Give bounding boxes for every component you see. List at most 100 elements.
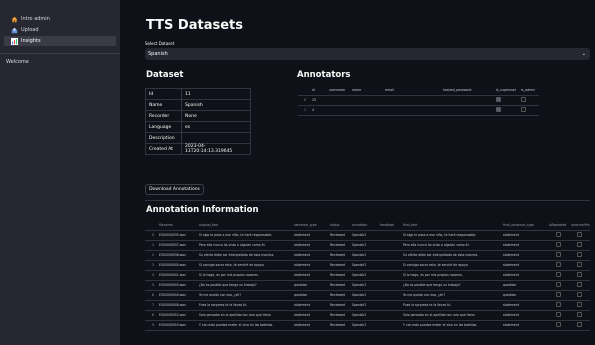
column-header[interactable]: id [310, 85, 327, 96]
table-cell[interactable]: ¿No es posible que tenga un trabajo? [401, 280, 501, 291]
table-cell[interactable] [378, 230, 401, 241]
table-cell[interactable]: Spanish2 [350, 260, 378, 271]
table-cell[interactable]: Y con esto puedes meter el vino en las b… [197, 320, 292, 331]
table-cell[interactable]: Reviewed [328, 240, 350, 251]
is-superuser-checkbox[interactable] [496, 107, 501, 112]
table-cell[interactable]: Reviewed [328, 310, 350, 321]
table-cell[interactable]: Reviewed [328, 320, 350, 331]
table-cell[interactable]: statement [501, 250, 547, 261]
table-cell[interactable]: Spanish2 [350, 250, 378, 261]
table-cell[interactable]: statement [501, 320, 547, 331]
is-superuser-checkbox[interactable] [496, 97, 501, 102]
table-cell[interactable] [378, 270, 401, 281]
table-cell[interactable] [378, 240, 401, 251]
table-cell[interactable]: Su oferta debe ser interpretada de esta … [197, 250, 292, 261]
table-cell[interactable]: Reviewed [328, 250, 350, 261]
table-cell[interactable]: statement [292, 260, 328, 271]
incorrect-pro-checkbox[interactable] [577, 292, 582, 297]
table-cell[interactable]: statement [292, 250, 328, 261]
incorrect-pro-checkbox[interactable] [577, 242, 582, 247]
incorrect-pro-checkbox[interactable] [577, 272, 582, 277]
table-cell[interactable]: Pero ella nunca ha visto a alguien como … [401, 240, 501, 251]
table-cell[interactable]: ES00000038.wav [157, 250, 197, 261]
incorrect-pro-checkbox[interactable] [577, 232, 582, 237]
column-header[interactable]: hashed_password [441, 85, 494, 96]
is-repeated-checkbox[interactable] [555, 232, 561, 237]
incorrect-pro-checkbox[interactable] [577, 252, 582, 257]
table-cell[interactable]: 4 [310, 105, 327, 116]
column-header[interactable]: filename [157, 220, 197, 231]
table-cell[interactable]: ES00000037.wav [157, 240, 197, 251]
column-header[interactable]: incorrectPro [569, 220, 590, 231]
table-cell[interactable]: statement [292, 270, 328, 281]
table-cell[interactable]: ES00000048.wav [157, 300, 197, 311]
column-header[interactable]: sentence_type [292, 220, 328, 231]
table-cell[interactable]: Spanish2 [350, 270, 378, 281]
sidebar-item-insights[interactable]: Insights [4, 36, 116, 46]
column-header[interactable]: email [383, 85, 441, 96]
table-cell[interactable]: Reviewed [328, 260, 350, 271]
table-cell[interactable]: ES00000044.wav [157, 290, 197, 301]
is-repeated-checkbox[interactable] [555, 242, 561, 247]
table-cell[interactable]: Solo pensaba en el apellido tan raro que… [197, 310, 292, 321]
sidebar-item-intro-admin[interactable]: Intro admin [4, 14, 116, 24]
table-cell[interactable]: Si consigo sacar esto, te serviré de apo… [197, 260, 292, 271]
table-cell[interactable] [350, 95, 383, 106]
table-cell[interactable]: ES00000040.wav [157, 260, 197, 271]
table-cell[interactable]: ES00000043.wav [157, 280, 197, 291]
table-cell[interactable] [327, 95, 350, 106]
table-cell[interactable]: statement [501, 230, 547, 241]
table-cell[interactable]: question [292, 290, 328, 301]
table-cell[interactable]: Reviewed [328, 290, 350, 301]
column-header[interactable]: annotator [350, 220, 378, 231]
is-repeated-checkbox[interactable] [555, 312, 561, 317]
is-repeated-checkbox[interactable] [555, 262, 561, 267]
table-cell[interactable]: Spanish2 [350, 300, 378, 311]
table-cell[interactable]: Pues la sorpresa te la llevas tú. [197, 300, 292, 311]
table-cell[interactable] [441, 95, 494, 106]
is-repeated-checkbox[interactable] [555, 272, 561, 277]
table-cell[interactable]: Reviewed [328, 280, 350, 291]
table-cell[interactable] [378, 260, 401, 271]
incorrect-pro-checkbox[interactable] [577, 302, 582, 307]
table-cell[interactable]: Spanish2 [350, 280, 378, 291]
table-cell[interactable]: Reviewed [328, 270, 350, 281]
table-cell[interactable] [378, 290, 401, 301]
table-cell[interactable]: Reviewed [328, 230, 350, 241]
table-cell[interactable]: statement [501, 300, 547, 311]
column-header[interactable]: name [350, 85, 383, 96]
incorrect-pro-checkbox[interactable] [577, 322, 582, 327]
table-cell[interactable]: Pues la sorpresa te la llevas tú. [401, 300, 501, 311]
table-cell[interactable]: question [501, 280, 547, 291]
table-cell[interactable]: Su oferta debe ser interpretada de esta … [401, 250, 501, 261]
table-cell[interactable]: Si lo hago, es por mis propias razones. [197, 270, 292, 281]
table-cell[interactable]: ¿No es posible que tenga un trabajo? [197, 280, 292, 291]
table-cell[interactable]: Reviewed [328, 300, 350, 311]
column-header[interactable]: final_sentence_type [501, 220, 547, 231]
table-cell[interactable] [378, 320, 401, 331]
table-cell[interactable] [378, 310, 401, 321]
annotators-table[interactable]: id username name email hashed_password i… [298, 85, 539, 116]
table-cell[interactable] [383, 105, 441, 116]
column-header[interactable]: final_text [401, 220, 501, 231]
is-repeated-checkbox[interactable] [555, 322, 561, 327]
table-cell[interactable] [383, 95, 441, 106]
column-header[interactable]: is_superuser [494, 85, 519, 96]
table-cell[interactable]: Si algo le pasa a ese niño, te haré resp… [197, 230, 292, 241]
table-cell[interactable] [378, 300, 401, 311]
table-cell[interactable]: statement [501, 270, 547, 281]
table-cell[interactable]: Pero ella nunca ha visto a alguien como … [197, 240, 292, 251]
is-repeated-checkbox[interactable] [555, 302, 561, 307]
table-cell[interactable]: statement [292, 300, 328, 311]
table-cell[interactable]: statement [292, 240, 328, 251]
table-cell[interactable]: Spanish2 [350, 240, 378, 251]
table-cell[interactable]: ES00000053.wav [157, 320, 197, 331]
table-cell[interactable]: question [292, 280, 328, 291]
incorrect-pro-checkbox[interactable] [577, 312, 582, 317]
table-cell[interactable]: Si lo hago, es por mis propias razones. [401, 270, 501, 281]
is-admin-checkbox[interactable] [521, 97, 526, 102]
table-cell[interactable]: Spanish2 [350, 320, 378, 331]
table-cell[interactable]: ES00000035.wav [157, 230, 197, 241]
is-repeated-checkbox[interactable] [555, 252, 561, 257]
table-cell[interactable] [327, 105, 350, 116]
